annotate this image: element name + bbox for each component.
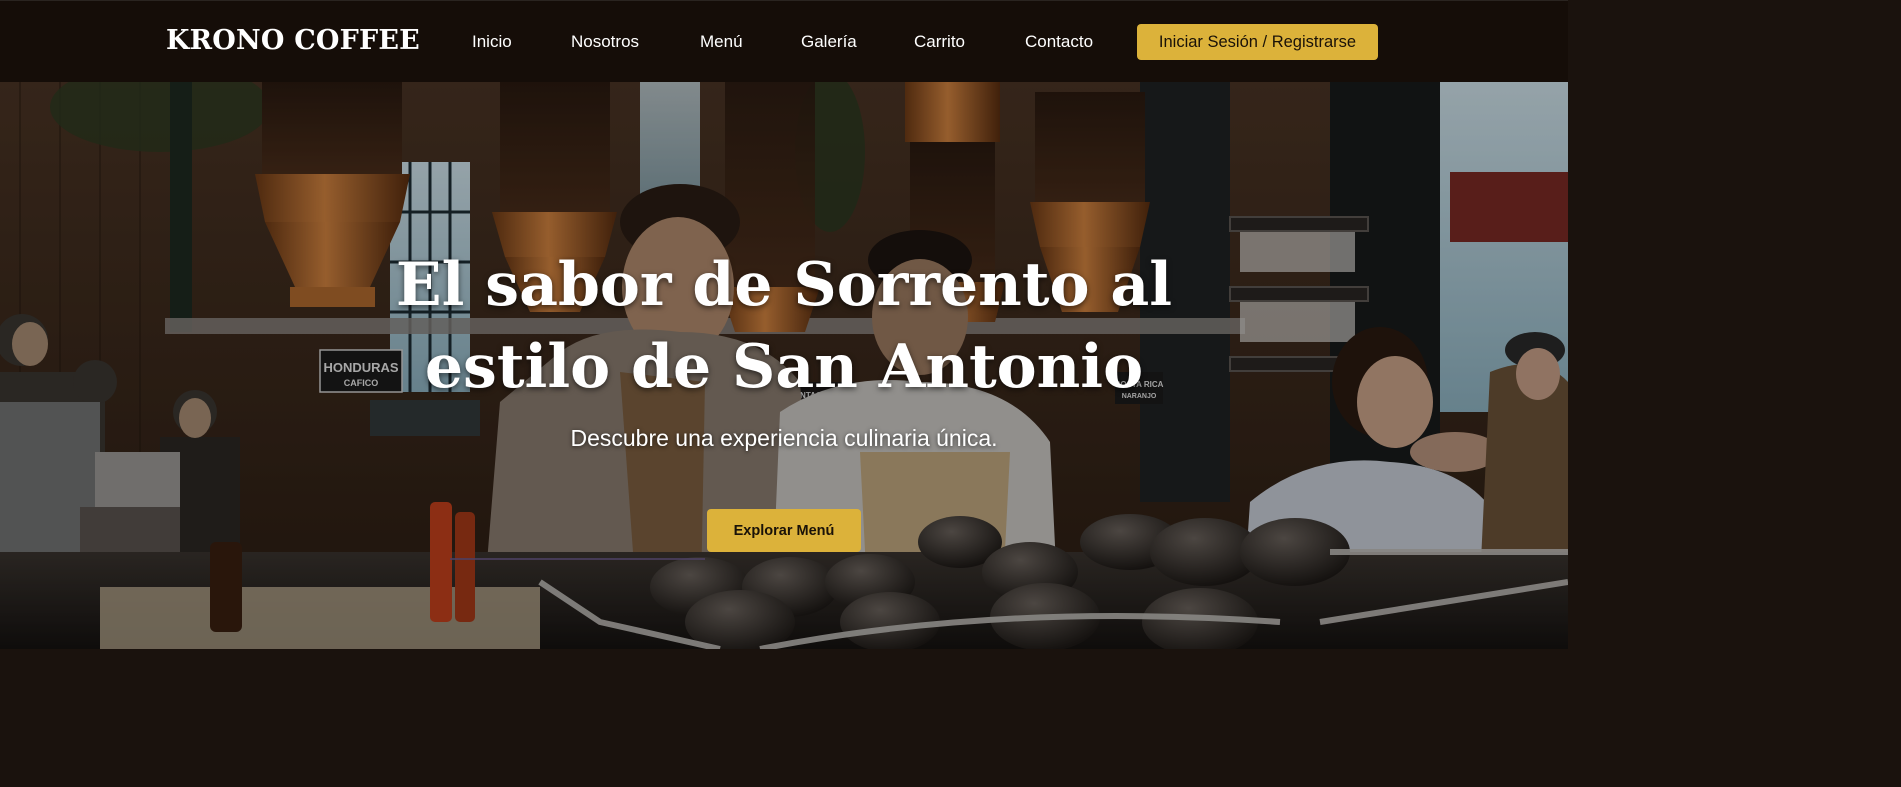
hero-title-line2: estilo de San Antonio bbox=[424, 332, 1144, 402]
nav-link-contacto[interactable]: Contacto bbox=[1025, 32, 1093, 52]
login-register-button[interactable]: Iniciar Sesión / Registrarse bbox=[1137, 24, 1378, 60]
nav-link-nosotros[interactable]: Nosotros bbox=[571, 32, 639, 52]
nav-link-galeria[interactable]: Galería bbox=[801, 32, 857, 52]
nav-link-carrito[interactable]: Carrito bbox=[914, 32, 965, 52]
hero-subtitle: Descubre una experiencia culinaria única… bbox=[570, 425, 998, 451]
navbar: KRONO COFFEE Inicio Nosotros Menú Galerí… bbox=[0, 0, 1568, 82]
nav-link-menu[interactable]: Menú bbox=[700, 32, 743, 52]
hero-section: HONDURAS CAFICO VINTAGE 2018 COSTA RICA … bbox=[0, 82, 1568, 649]
explore-menu-button[interactable]: Explorar Menú bbox=[707, 509, 861, 552]
brand-logo[interactable]: KRONO COFFEE bbox=[166, 25, 420, 56]
hero-title-line1: El sabor de Sorrento al bbox=[395, 250, 1173, 320]
hero-title: El sabor de Sorrento al estilo de San An… bbox=[0, 244, 1568, 408]
nav-link-inicio[interactable]: Inicio bbox=[472, 32, 512, 52]
